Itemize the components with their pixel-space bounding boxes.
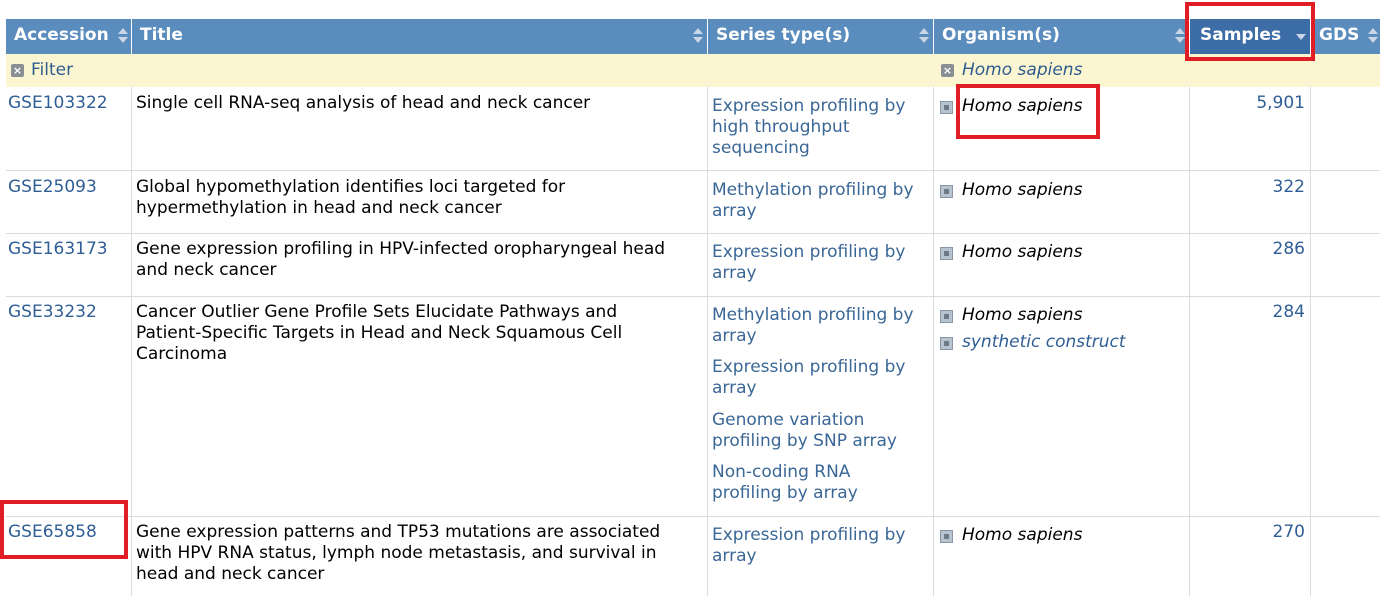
series-type-link[interactable]: Expression profiling by array: [712, 242, 905, 284]
header-accession-label: Accession: [14, 25, 109, 45]
clear-filter-icon[interactable]: ×: [11, 64, 24, 77]
sort-icon[interactable]: [1175, 28, 1185, 46]
series-type-line: Expression profiling by: [712, 357, 906, 377]
accession-link[interactable]: GSE33232: [8, 302, 97, 323]
series-type-link[interactable]: Expression profiling by high throughput …: [712, 96, 905, 159]
title-line: Gene expression profiling in HPV-infecte…: [136, 239, 666, 259]
organism-filter-icon[interactable]: [940, 337, 953, 350]
series-type-line: array: [712, 201, 757, 221]
series-type-link[interactable]: Methylation profiling by array: [712, 305, 914, 347]
title-line: head and neck cancer: [136, 564, 325, 584]
sort-icon[interactable]: [1368, 28, 1378, 46]
header-samples[interactable]: Samples: [1190, 19, 1310, 54]
title-line: Gene expression patterns and TP53 mutati…: [136, 522, 661, 542]
organism-name: Homo sapiens: [962, 180, 1083, 200]
organism-name: Homo sapiens: [962, 242, 1083, 262]
title-line: Single cell RNA-seq analysis of head and…: [136, 93, 591, 113]
header-organism[interactable]: Organism(s): [934, 19, 1189, 54]
accession-link[interactable]: GSE163173: [8, 239, 108, 260]
title-line: Cancer Outlier Gene Profile Sets Elucida…: [136, 302, 618, 322]
header-accession[interactable]: Accession: [6, 19, 131, 54]
accession-link[interactable]: GSE65858: [8, 522, 97, 543]
row-title[interactable]: Cancer Outlier Gene Profile Sets Elucida…: [136, 302, 622, 365]
series-type-line: array: [712, 326, 757, 346]
organism-name[interactable]: synthetic construct: [962, 332, 1126, 353]
series-type-line: Methylation profiling by: [712, 180, 914, 200]
header-series-type-label: Series type(s): [716, 25, 851, 45]
title-line: and neck cancer: [136, 260, 277, 280]
organism-name: Homo sapiens: [962, 305, 1083, 325]
header-title[interactable]: Title: [132, 19, 707, 54]
series-type-line: Genome variation: [712, 410, 865, 430]
series-type-line: Expression profiling by: [712, 96, 906, 116]
row-title[interactable]: Global hypomethylation identifies loci t…: [136, 177, 565, 219]
series-type-line: sequencing: [712, 138, 810, 158]
organism-filter-icon[interactable]: [940, 530, 953, 543]
series-type-line: Expression profiling by: [712, 242, 906, 262]
samples-count[interactable]: 5,901: [1194, 93, 1305, 114]
title-line: Global hypomethylation identifies loci t…: [136, 177, 566, 197]
series-type-link[interactable]: Expression profiling by array: [712, 357, 905, 399]
title-line: with HPV RNA status, lymph node metastas…: [136, 543, 657, 563]
header-title-label: Title: [140, 25, 183, 45]
sort-icon[interactable]: [919, 28, 929, 46]
organism-filter-icon[interactable]: [940, 247, 953, 260]
header-gds-label: GDS: [1319, 25, 1360, 45]
row-title[interactable]: Single cell RNA-seq analysis of head and…: [136, 93, 590, 114]
clear-organism-filter-icon[interactable]: ×: [941, 64, 954, 77]
organism-filter-icon[interactable]: [940, 101, 953, 114]
samples-count[interactable]: 270: [1194, 522, 1305, 543]
series-type-line: Methylation profiling by: [712, 305, 914, 325]
series-type-link[interactable]: Non-coding RNA profiling by array: [712, 462, 858, 504]
header-series-type[interactable]: Series type(s): [708, 19, 933, 54]
header-organism-label: Organism(s): [942, 25, 1060, 45]
organism-name: Homo sapiens: [962, 525, 1083, 545]
title-line: hypermethylation in head and neck cancer: [136, 198, 502, 218]
filter-label[interactable]: Filter: [31, 60, 73, 80]
series-type-link[interactable]: Expression profiling by array: [712, 525, 905, 567]
samples-count[interactable]: 284: [1194, 302, 1305, 323]
title-line: Patient-Specific Targets in Head and Nec…: [136, 323, 623, 343]
header-samples-label: Samples: [1200, 25, 1282, 45]
series-type-line: array: [712, 378, 757, 398]
sort-icon[interactable]: [693, 28, 703, 46]
organism-name: Homo sapiens: [962, 96, 1083, 116]
series-type-link[interactable]: Methylation profiling by array: [712, 180, 914, 222]
series-type-line: profiling by SNP array: [712, 431, 897, 451]
filter-row: × Filter × Homo sapiens: [6, 54, 1380, 87]
samples-count[interactable]: 286: [1194, 239, 1305, 260]
organism-filter-icon[interactable]: [940, 310, 953, 323]
series-type-link[interactable]: Genome variation profiling by SNP array: [712, 410, 897, 452]
row-title[interactable]: Gene expression profiling in HPV-infecte…: [136, 239, 665, 281]
organism-filter-value[interactable]: Homo sapiens: [962, 60, 1082, 80]
organism-filter-icon[interactable]: [940, 185, 953, 198]
accession-link[interactable]: GSE103322: [8, 93, 108, 114]
title-line: Carcinoma: [136, 344, 228, 364]
series-type-line: Expression profiling by: [712, 525, 906, 545]
accession-link[interactable]: GSE25093: [8, 177, 97, 198]
series-type-line: array: [712, 263, 757, 283]
series-type-line: Non-coding RNA: [712, 462, 851, 482]
series-type-line: high throughput: [712, 117, 850, 137]
sort-desc-icon[interactable]: [1296, 34, 1306, 40]
series-type-line: array: [712, 546, 757, 566]
row-title[interactable]: Gene expression patterns and TP53 mutati…: [136, 522, 660, 585]
samples-count[interactable]: 322: [1194, 177, 1305, 198]
series-type-line: profiling by array: [712, 483, 858, 503]
sort-icon[interactable]: [118, 28, 128, 46]
results-table: Accession Title Series type(s) Organism(…: [6, 19, 1380, 596]
